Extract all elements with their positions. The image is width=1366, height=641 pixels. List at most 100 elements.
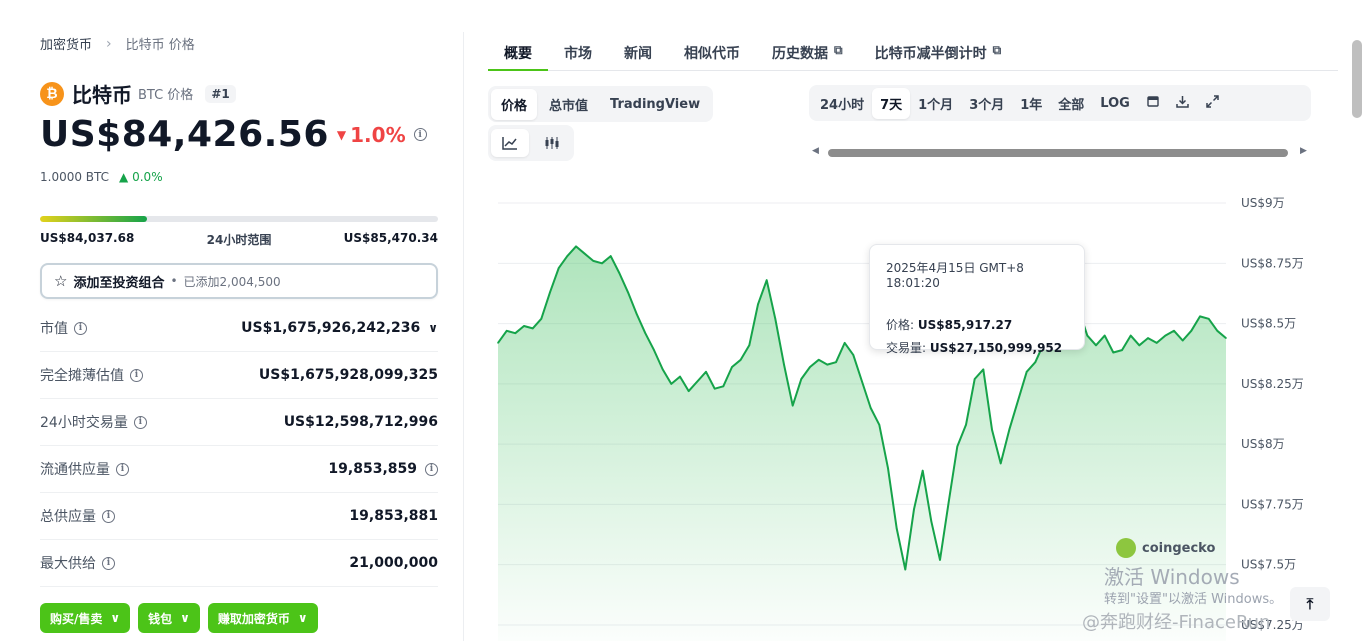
add-to-portfolio-button[interactable]: ☆ 添加至投资组合 • 已添加2,004,500 xyxy=(40,263,438,299)
breadcrumb-root-link[interactable]: 加密货币 xyxy=(40,34,92,53)
tooltip-volume-label: 交易量: xyxy=(886,341,927,355)
tooltip-volume-value: US$27,150,999,952 xyxy=(929,341,1063,355)
stat-row-market-cap[interactable]: 市值 i US$1,675,926,242,236 ∨ xyxy=(40,305,438,352)
range-1m[interactable]: 1个月 xyxy=(910,88,961,119)
external-link-icon: ⧉ xyxy=(834,43,843,57)
info-icon[interactable]: i xyxy=(102,509,115,523)
range-24h[interactable]: 24小时 xyxy=(812,88,872,119)
chart-type-price[interactable]: 价格 xyxy=(491,88,538,120)
price-point xyxy=(748,344,751,347)
tab-similar-coins[interactable]: 相似代币 xyxy=(668,33,756,71)
rank-badge: #1 xyxy=(205,84,236,103)
stat-key: 最大供给 xyxy=(40,556,96,572)
range-all[interactable]: 全部 xyxy=(1050,88,1092,119)
scrollbar-thumb[interactable] xyxy=(828,149,1288,157)
price-point xyxy=(1112,351,1115,354)
page-scrollbar-thumb[interactable] xyxy=(1352,40,1362,118)
range-low: US$84,037.68 xyxy=(40,231,135,245)
chevron-down-icon: ∨ xyxy=(180,611,190,625)
price-point xyxy=(1095,344,1097,347)
stat-label: 24小时交易量 i xyxy=(40,412,147,432)
price-point xyxy=(653,349,655,351)
range-3m[interactable]: 3个月 xyxy=(961,88,1012,119)
info-icon[interactable]: i xyxy=(413,128,427,141)
tab-markets[interactable]: 市场 xyxy=(548,33,608,71)
chart-type-market-cap[interactable]: 总市值 xyxy=(539,89,598,120)
price-point xyxy=(1103,334,1106,337)
price-point xyxy=(505,330,508,332)
info-icon[interactable]: i xyxy=(130,368,143,382)
price-point xyxy=(566,255,569,257)
wallet-button[interactable]: 钱包 ∨ xyxy=(138,603,200,633)
price-point xyxy=(939,559,941,561)
price-point xyxy=(913,508,915,511)
stat-value: 19,853,859 i xyxy=(328,461,438,477)
price-point xyxy=(722,385,725,388)
stat-row-volume: 24小时交易量 i US$12,598,712,996 xyxy=(40,399,438,446)
tab-news[interactable]: 新闻 xyxy=(608,33,668,71)
y-tick-label: US$9万 xyxy=(1241,196,1285,210)
calendar-icon[interactable] xyxy=(1138,95,1168,111)
price-point xyxy=(1199,315,1201,318)
price-point xyxy=(757,303,759,306)
tab-overview[interactable]: 概要 xyxy=(488,33,548,71)
price-point xyxy=(523,325,525,327)
price-row: US$84,426.56 ▼ 1.0% i xyxy=(40,114,427,155)
info-icon[interactable]: i xyxy=(102,556,115,570)
info-icon[interactable]: i xyxy=(133,415,147,429)
coin-summary-panel: 加密货币 › 比特币 价格 ₿ 比特币 BTC 价格 #1 US$84,426.… xyxy=(40,0,440,641)
chevron-down-icon[interactable]: ∨ xyxy=(428,321,438,335)
info-icon[interactable]: i xyxy=(74,321,87,335)
tooltip-datetime: 2025年4月15日 GMT+8 18:01:20 xyxy=(886,261,1024,290)
range-24h-bar xyxy=(40,216,438,222)
price-point xyxy=(557,267,560,269)
price-point xyxy=(583,252,586,255)
price-point xyxy=(1225,337,1227,339)
stats-table: 市值 i US$1,675,926,242,236 ∨ 完全摊薄估值 i US$1,6… xyxy=(40,305,438,587)
stat-key: 总供应量 xyxy=(40,509,96,525)
price-point xyxy=(609,255,612,257)
coin-name: 比特币 xyxy=(72,83,132,107)
range-1y[interactable]: 1年 xyxy=(1012,88,1050,119)
tab-historical-data[interactable]: 历史数据 ⧉ xyxy=(756,33,859,71)
range-tabs-scrollbar[interactable]: ◀ ▶ xyxy=(812,146,1308,160)
range-7d[interactable]: 7天 xyxy=(872,87,911,119)
stat-row-max-supply: 最大供给 i 21,000,000 xyxy=(40,540,438,587)
range-high: US$85,470.34 xyxy=(343,231,438,245)
price-change-value: 1.0% xyxy=(350,122,406,147)
price-point xyxy=(1034,361,1037,363)
expand-icon[interactable] xyxy=(1198,94,1228,112)
price-point xyxy=(1008,428,1011,431)
earn-crypto-button[interactable]: 赚取加密货币 ∨ xyxy=(207,603,318,633)
candlestick-icon[interactable] xyxy=(533,129,571,157)
line-chart-icon[interactable] xyxy=(491,129,529,157)
price-point xyxy=(1190,330,1193,332)
price-point xyxy=(661,368,664,371)
tooltip-price-label: 价格: xyxy=(886,318,915,332)
btc-value: 1.0000 BTC xyxy=(40,170,110,184)
y-tick-label: US$8.5万 xyxy=(1241,317,1296,331)
info-icon[interactable]: i xyxy=(116,462,129,476)
arrow-up-icon: ⤒ xyxy=(1306,595,1314,613)
stat-row-total-supply: 总供应量 i 19,853,881 xyxy=(40,493,438,540)
tab-halving-countdown[interactable]: 比特币减半倒计时 ⧉ xyxy=(859,33,1018,71)
tooltip-price-value: US$85,917.27 xyxy=(917,318,1013,332)
buy-sell-button[interactable]: 购买/售卖 ∨ xyxy=(40,603,131,633)
price-point xyxy=(497,342,499,344)
scroll-to-top-button[interactable]: ⤒ xyxy=(1290,587,1330,621)
info-icon[interactable]: i xyxy=(425,462,438,476)
earn-label: 赚取加密货币 xyxy=(217,611,290,626)
download-icon[interactable] xyxy=(1168,95,1198,112)
range-label: 24小时范围 xyxy=(206,233,272,247)
range-log[interactable]: LOG xyxy=(1092,90,1138,117)
portfolio-bullet: • xyxy=(170,274,178,288)
price-point xyxy=(549,291,551,294)
chart-type-tradingview[interactable]: TradingView xyxy=(600,91,710,118)
stat-value: US$1,675,926,242,236 ∨ xyxy=(241,320,438,336)
price-point xyxy=(1164,334,1167,337)
stat-value: 21,000,000 xyxy=(349,555,438,571)
scroll-right-icon[interactable]: ▶ xyxy=(1300,146,1307,156)
scroll-left-icon[interactable]: ◀ xyxy=(812,146,819,156)
chevron-down-icon: ∨ xyxy=(110,611,121,625)
price-point xyxy=(687,390,690,392)
